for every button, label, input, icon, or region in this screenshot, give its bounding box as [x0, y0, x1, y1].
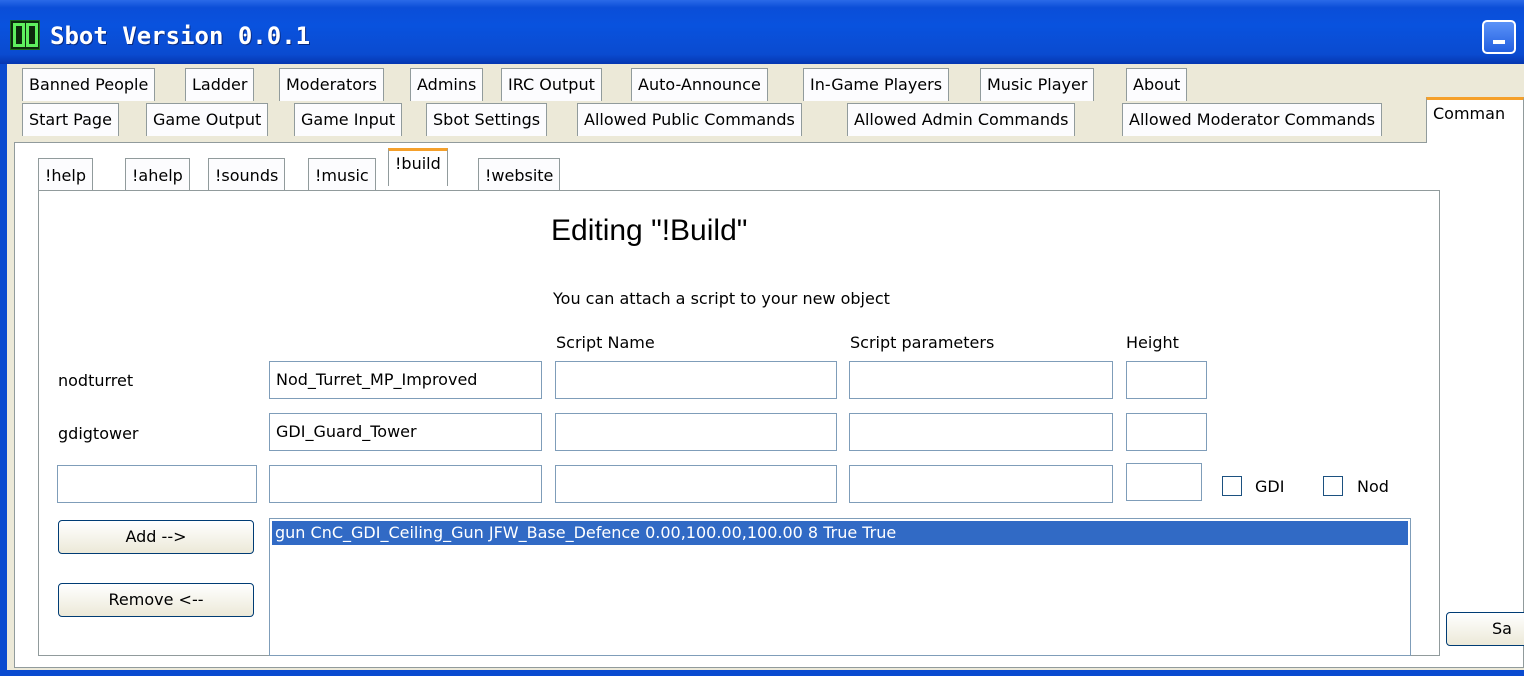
save-button[interactable]: Sa	[1446, 612, 1524, 646]
minimize-button[interactable]	[1482, 20, 1516, 54]
nod-checkbox[interactable]	[1323, 476, 1343, 496]
window-bottom-border	[0, 670, 1524, 676]
script-name-header: Script Name	[556, 333, 655, 352]
row-label-nodturret: nodturret	[58, 371, 134, 390]
tab-auto-announce[interactable]: Auto-Announce	[631, 68, 768, 101]
tab-allowed-admin-commands[interactable]: Allowed Admin Commands	[847, 103, 1076, 136]
row-label-gdigtower: gdigtower	[58, 424, 139, 443]
gdi-label: GDI	[1255, 477, 1285, 496]
height-header: Height	[1126, 333, 1179, 352]
add-button[interactable]: Add -->	[58, 520, 254, 554]
new-height-field[interactable]	[1126, 463, 1202, 501]
tab-allowed-public-commands[interactable]: Allowed Public Commands	[577, 103, 802, 136]
script-params-header: Script parameters	[850, 333, 995, 352]
title-bar[interactable]: Sbot Version 0.0.1	[0, 0, 1524, 64]
window-title: Sbot Version 0.0.1	[50, 22, 311, 50]
new-script-name-field[interactable]	[555, 465, 837, 503]
list-item[interactable]: gun CnC_GDI_Ceiling_Gun JFW_Base_Defence…	[272, 521, 1408, 545]
preset-field-nodturret[interactable]: Nod_Turret_MP_Improved	[269, 361, 542, 399]
tab-game-input[interactable]: Game Input	[294, 103, 403, 136]
new-preset-field[interactable]	[269, 465, 542, 503]
script-hint: You can attach a script to your new obje…	[553, 289, 890, 308]
tab-game-output[interactable]: Game Output	[146, 103, 269, 136]
tab-ahelp[interactable]: !ahelp	[125, 158, 190, 190]
new-name-field[interactable]	[57, 465, 257, 503]
tab-banned-people[interactable]: Banned People	[22, 68, 156, 101]
tab-music[interactable]: !music	[308, 158, 376, 190]
height-field-gdigtower[interactable]	[1126, 413, 1207, 451]
tab-moderators[interactable]: Moderators	[279, 68, 384, 101]
height-field-nodturret[interactable]	[1126, 361, 1207, 399]
preset-field-gdigtower[interactable]: GDI_Guard_Tower	[269, 413, 542, 451]
app-icon	[10, 20, 40, 50]
tab-sounds[interactable]: !sounds	[208, 158, 286, 190]
tab-music-player[interactable]: Music Player	[980, 68, 1095, 101]
script-name-field-gdigtower[interactable]	[555, 413, 837, 451]
tab-about[interactable]: About	[1126, 68, 1188, 101]
tab-commands[interactable]: Comman	[1426, 97, 1524, 143]
tab-help[interactable]: !help	[38, 158, 93, 190]
script-name-field-nodturret[interactable]	[555, 361, 837, 399]
gdi-checkbox[interactable]	[1222, 476, 1242, 496]
tab-website[interactable]: !website	[478, 158, 561, 190]
build-list[interactable]: gun CnC_GDI_Ceiling_Gun JFW_Base_Defence…	[269, 518, 1411, 656]
tab-allowed-moderator-commands[interactable]: Allowed Moderator Commands	[1122, 103, 1383, 136]
script-params-field-nodturret[interactable]	[849, 361, 1113, 399]
remove-button[interactable]: Remove <--	[58, 583, 254, 617]
editor-heading: Editing "!Build"	[551, 214, 748, 247]
tab-ladder[interactable]: Ladder	[185, 68, 255, 101]
minimize-icon	[1493, 40, 1505, 44]
nod-label: Nod	[1357, 477, 1389, 496]
tab-start-page[interactable]: Start Page	[22, 103, 119, 136]
tab-in-game-players[interactable]: In-Game Players	[803, 68, 950, 101]
new-script-params-field[interactable]	[849, 465, 1113, 503]
window-left-border	[0, 64, 7, 676]
tab-irc-output[interactable]: IRC Output	[501, 68, 602, 101]
script-params-field-gdigtower[interactable]	[849, 413, 1113, 451]
tab-admins[interactable]: Admins	[410, 68, 484, 101]
tab-sbot-settings[interactable]: Sbot Settings	[426, 103, 548, 136]
tab-build[interactable]: !build	[388, 148, 448, 186]
